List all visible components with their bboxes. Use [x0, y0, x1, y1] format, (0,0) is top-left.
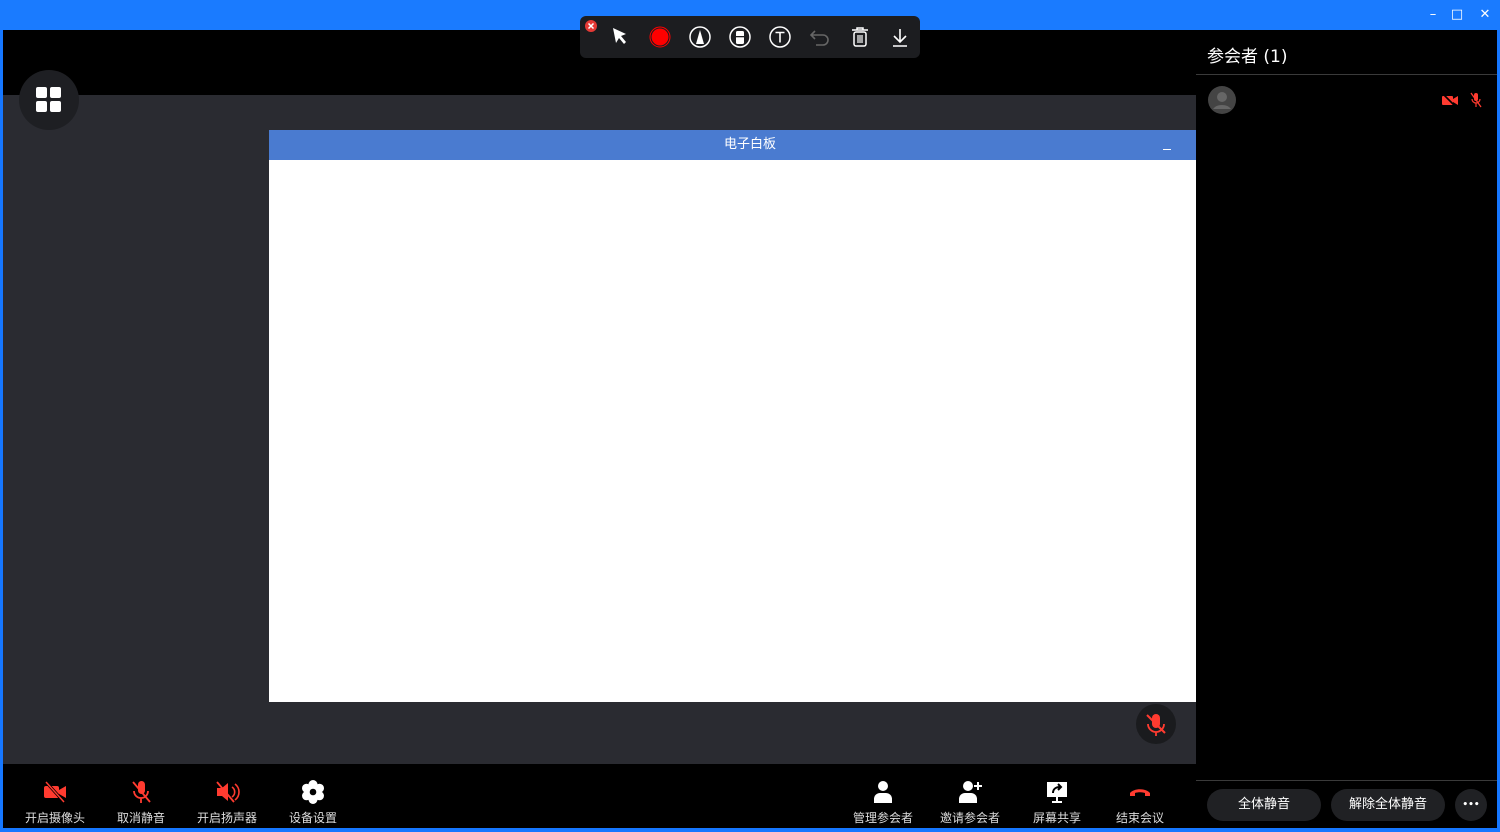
divider	[1196, 780, 1497, 781]
unmute-all-button[interactable]: 解除全体静音	[1331, 789, 1445, 821]
window-maximize-button[interactable]: □	[1448, 6, 1466, 24]
mic-off-icon	[132, 781, 151, 803]
undo-icon[interactable]	[809, 26, 831, 48]
download-icon[interactable]	[889, 26, 911, 48]
close-toolbar-icon[interactable]	[584, 19, 598, 33]
user-plus-icon	[959, 781, 982, 803]
participant-row[interactable]	[1196, 80, 1497, 120]
mic-off-icon	[1470, 92, 1482, 108]
panel-title: 参会者 (1)	[1207, 47, 1288, 67]
window-close-button[interactable]: ✕	[1476, 6, 1494, 24]
manage-participants-button[interactable]: 管理参会者	[848, 779, 918, 826]
eraser-icon[interactable]	[729, 26, 751, 48]
whiteboard-canvas[interactable]	[299, 160, 1231, 702]
divider	[1196, 74, 1497, 75]
screen-share-button[interactable]: 屏幕共享	[1022, 779, 1092, 826]
device-settings-button[interactable]: 设备设置	[278, 779, 348, 826]
gear-icon	[302, 780, 324, 804]
user-icon	[874, 781, 892, 803]
bottom-toolbar	[3, 764, 1196, 828]
invite-participants-button[interactable]: 邀请参会者	[935, 779, 1005, 826]
participants-panel: 参会者 (1)	[1196, 30, 1497, 828]
annotation-toolbar	[580, 16, 920, 58]
more-button[interactable]: •••	[1455, 789, 1487, 821]
text-icon[interactable]	[769, 26, 791, 48]
avatar	[1208, 86, 1236, 114]
self-mic-status-button[interactable]	[1136, 704, 1176, 744]
hang-up-icon	[1130, 789, 1150, 796]
whiteboard-minimize-button[interactable]	[1161, 138, 1175, 152]
window-minimize-button[interactable]: –	[1424, 6, 1442, 24]
trash-icon[interactable]	[849, 26, 871, 48]
mic-toggle-button[interactable]: 取消静音	[106, 779, 176, 826]
whiteboard-window[interactable]: 电子白板	[269, 130, 1231, 702]
screen-share-icon	[1047, 782, 1067, 803]
camera-off-icon	[44, 780, 66, 804]
speaker-toggle-button[interactable]: 开启扬声器	[192, 779, 262, 826]
end-meeting-button[interactable]: 结束会议	[1105, 779, 1175, 826]
pen-icon[interactable]	[689, 26, 711, 48]
grid-icon	[36, 87, 61, 112]
color-picker-icon[interactable]	[649, 26, 671, 48]
layout-grid-button[interactable]	[19, 70, 79, 130]
mic-off-icon	[1146, 714, 1166, 736]
whiteboard-title: 电子白板	[269, 130, 1231, 160]
speaker-off-icon	[216, 781, 240, 803]
mute-all-button[interactable]: 全体静音	[1207, 789, 1321, 821]
camera-off-icon	[1442, 93, 1458, 107]
pointer-icon[interactable]	[610, 26, 632, 48]
camera-toggle-button[interactable]: 开启摄像头	[20, 779, 90, 826]
